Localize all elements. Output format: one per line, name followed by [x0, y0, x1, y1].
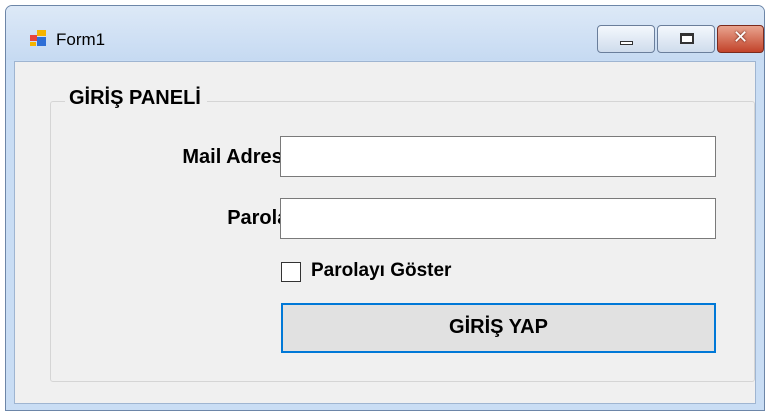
window-title: Form1	[56, 30, 106, 49]
minimize-button[interactable]	[597, 25, 655, 53]
show-password-checkbox[interactable]	[281, 262, 301, 282]
title-bar[interactable]: Form1 ✕	[6, 6, 764, 60]
password-input[interactable]	[280, 198, 716, 239]
panel-title: GİRİŞ PANELİ	[65, 87, 207, 110]
form-app-icon	[30, 30, 46, 46]
show-password-label[interactable]: Parolayı Göster	[311, 260, 451, 282]
close-icon: ✕	[732, 27, 749, 48]
mail-address-label: Mail Adresi:	[182, 146, 295, 168]
form-client-area: GİRİŞ PANELİ Mail Adresi: Parola: Parola…	[14, 61, 756, 404]
maximize-icon	[680, 33, 694, 44]
minimize-icon	[620, 41, 633, 45]
form-window: Form1 ✕ GİRİŞ PANELİ Mail Adresi: Parola…	[5, 5, 765, 411]
maximize-button[interactable]	[657, 25, 715, 53]
mail-address-input[interactable]	[280, 136, 716, 177]
close-button[interactable]: ✕	[717, 25, 764, 53]
login-button[interactable]: GİRİŞ YAP	[281, 303, 716, 353]
password-label: Parola:	[227, 207, 295, 229]
